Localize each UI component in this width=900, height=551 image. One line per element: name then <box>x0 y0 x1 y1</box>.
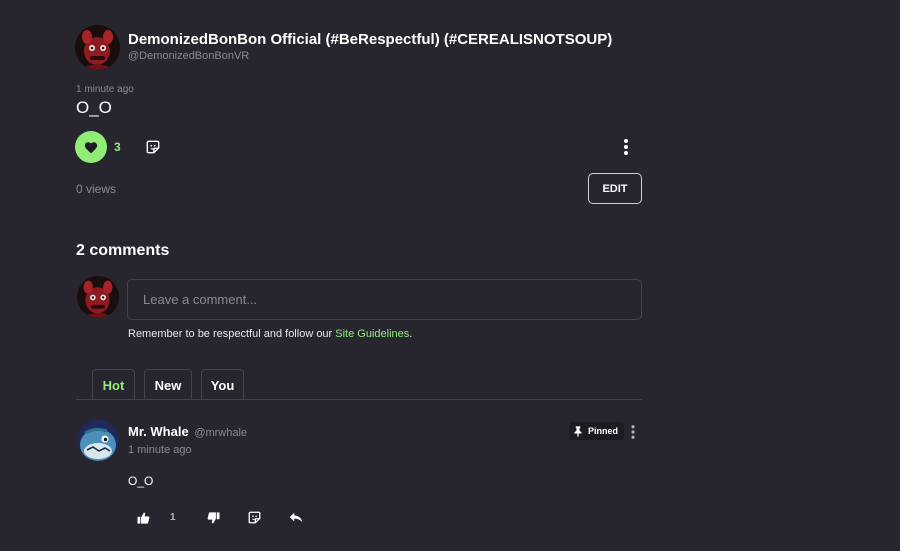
guidelines-text: Remember to be respectful and follow our <box>128 328 336 340</box>
like-count: 3 <box>114 140 121 154</box>
reply-icon <box>289 512 303 523</box>
comment-text: O_O <box>128 474 154 488</box>
tab-you[interactable]: You <box>201 369 244 400</box>
reply-button[interactable] <box>288 510 304 525</box>
commenter-name[interactable]: Mr. Whale <box>128 424 189 439</box>
comment-like-button[interactable] <box>136 511 150 525</box>
pin-icon <box>574 425 582 437</box>
commenter-handle[interactable]: @mrwhale <box>194 427 247 439</box>
post-more-button[interactable] <box>619 138 633 156</box>
sticker-button[interactable] <box>145 139 161 155</box>
pinned-badge: Pinned <box>569 422 625 440</box>
comments-title: 2 comments <box>76 242 170 259</box>
comment-like-count: 1 <box>170 512 176 523</box>
author-handle[interactable]: @DemonizedBonBonVR <box>128 50 249 62</box>
pinned-label: Pinned <box>588 426 619 436</box>
comment-more-button[interactable] <box>627 424 639 440</box>
commenter-avatar[interactable] <box>77 419 119 461</box>
sticker-icon <box>146 140 160 154</box>
commenter-name-line: Mr. Whale @mrwhale <box>128 424 247 439</box>
tab-new[interactable]: New <box>144 369 192 400</box>
author-avatar[interactable] <box>75 25 120 70</box>
author-name[interactable]: DemonizedBonBon Official (#BeRespectful)… <box>128 31 612 48</box>
more-vertical-icon <box>631 425 635 439</box>
like-button[interactable] <box>75 131 107 163</box>
guidelines-suffix: . <box>409 328 413 340</box>
comment-input[interactable]: Leave a comment... <box>127 279 642 320</box>
guidelines-notice: Remember to be respectful and follow our… <box>128 328 412 340</box>
sticker-icon <box>248 511 261 524</box>
tabs-divider <box>76 399 642 400</box>
comment-dislike-button[interactable] <box>206 511 220 525</box>
comment-sticker-button[interactable] <box>247 510 262 525</box>
thumbs-down-icon <box>207 512 219 524</box>
post-timestamp: 1 minute ago <box>76 84 134 95</box>
more-vertical-icon <box>624 139 628 155</box>
heart-icon <box>84 141 98 153</box>
post-text: O_O <box>76 98 112 117</box>
view-count: 0 views <box>76 182 117 196</box>
tab-hot[interactable]: Hot <box>92 369 135 400</box>
comment-timestamp: 1 minute ago <box>128 444 192 456</box>
edit-button[interactable]: EDIT <box>588 173 642 204</box>
comment-input-placeholder: Leave a comment... <box>143 292 258 307</box>
current-user-avatar <box>77 276 119 318</box>
thumbs-up-icon <box>137 512 149 524</box>
site-guidelines-link[interactable]: Site Guidelines <box>335 328 409 340</box>
